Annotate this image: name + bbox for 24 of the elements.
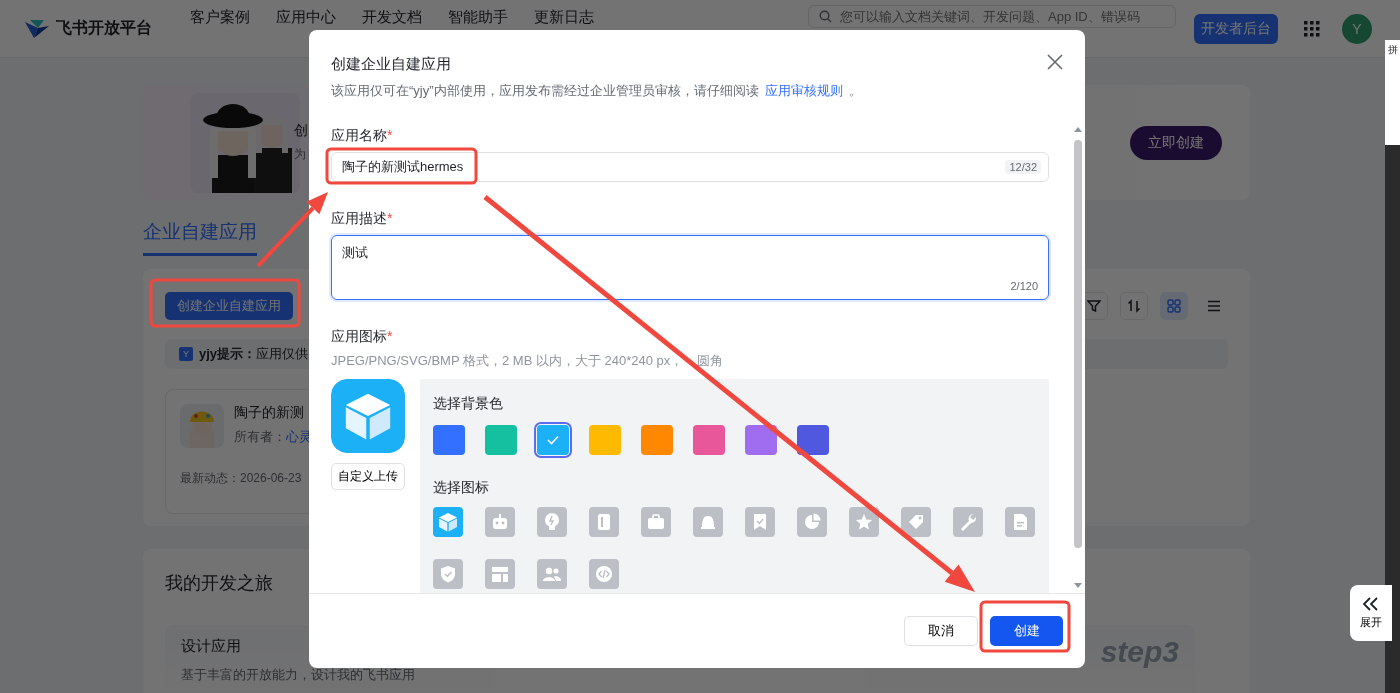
field-label: 应用名称* <box>331 127 394 143</box>
dialog-title: 创建企业自建应用 <box>331 54 451 74</box>
picker-title: 选择图标 <box>433 479 490 495</box>
character-count: 2/120 <box>1009 279 1039 293</box>
step-title: 设计应用 <box>181 637 242 656</box>
field-label: 应用图标* <box>331 328 394 344</box>
picker-title: 选择背景色 <box>433 395 504 411</box>
banner-title: 创 <box>294 122 308 140</box>
logo-text: 飞书开放平台 <box>56 18 152 38</box>
step-description: 基于丰富的开放能力，设计我的飞书应用 <box>181 666 416 684</box>
banner-subtitle: 为 <box>294 146 307 163</box>
workspace-badge: Y <box>179 347 193 361</box>
section-title: 我的开发之旅 <box>165 572 273 595</box>
field-label: 应用描述* <box>331 210 394 226</box>
input-value: 陶子的新测试hermes <box>342 158 464 176</box>
app-activity: 最新动态：2026-06-23 <box>180 470 302 487</box>
character-count: 12/32 <box>1005 160 1041 174</box>
field-hint: JPEG/PNG/SVG/BMP 格式，2 MB 以内，大于 240*240 px， <box>331 353 684 369</box>
field-hint: 圆角 <box>697 353 724 369</box>
tip-text: yjy提示：应用仅供 <box>199 345 309 363</box>
input-value: 测试 <box>342 244 368 262</box>
dialog-notice: 该应用仅可在“yjy”内部使用，应用发布需经过企业管理员审核，请仔细阅读 应用审核规则 。 <box>331 82 863 100</box>
app-name: 陶子的新测 <box>234 404 305 422</box>
ime-label: 拼 <box>1387 43 1398 57</box>
